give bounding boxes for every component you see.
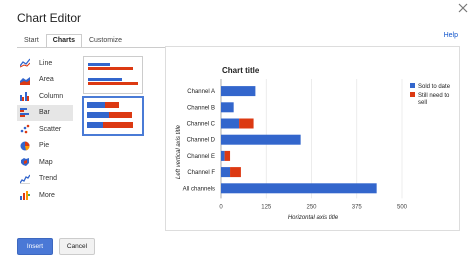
sidebar-item-pie[interactable]: Pie bbox=[17, 138, 73, 155]
sidebar-item-map[interactable]: Map bbox=[17, 154, 73, 171]
bar-segment bbox=[239, 118, 254, 129]
category-label: Channel F bbox=[187, 170, 215, 176]
tab-customize[interactable]: Customize bbox=[82, 34, 129, 48]
bar-segment bbox=[221, 167, 231, 178]
sidebar-item-label: Line bbox=[39, 59, 53, 67]
tab-start[interactable]: Start bbox=[17, 34, 46, 48]
bar-segment bbox=[230, 167, 241, 178]
chart-style-thumbnails bbox=[83, 56, 148, 138]
legend-unsold-label: Still need to sell bbox=[418, 93, 450, 106]
sidebar-item-trend[interactable]: Trend bbox=[17, 171, 73, 188]
legend-swatch-unsold bbox=[410, 92, 415, 97]
category-label: All channels bbox=[183, 186, 215, 192]
chart-x-axis-title: Horizontal axis title bbox=[288, 215, 339, 221]
x-tick-label: 250 bbox=[306, 204, 317, 210]
bar-chart-icon bbox=[20, 107, 29, 117]
sidebar-item-label: Map bbox=[39, 158, 53, 166]
legend-swatch-sold bbox=[410, 83, 415, 88]
sidebar-item-line[interactable]: Line bbox=[17, 55, 73, 72]
chart-type-sidebar: Line Area Column Bar Scatter Pie Map Tre… bbox=[17, 55, 73, 204]
editor-tabs: Start Charts Customize bbox=[17, 34, 129, 48]
tab-charts[interactable]: Charts bbox=[45, 34, 82, 48]
thumbnail-stacked-bar[interactable] bbox=[83, 97, 143, 135]
sidebar-item-column[interactable]: Column bbox=[17, 88, 73, 105]
category-label: Channel C bbox=[187, 122, 216, 128]
chart-legend: Sold to date Still need to sell bbox=[410, 83, 451, 106]
trend-chart-icon bbox=[20, 174, 30, 184]
legend-sold-label: Sold to date bbox=[418, 84, 451, 90]
insert-button[interactable]: Insert bbox=[17, 238, 53, 255]
chart-editor-dialog: Chart Editor Help Start Charts Customize… bbox=[0, 0, 474, 263]
sidebar-item-label: Trend bbox=[39, 175, 58, 183]
category-label: Channel A bbox=[187, 89, 215, 95]
chart-bars bbox=[221, 86, 377, 194]
chart-preview-panel: Chart title Channel A Channel B Channel CC… bbox=[165, 46, 460, 231]
sidebar-item-label: More bbox=[39, 191, 55, 199]
category-label: Channel B bbox=[187, 105, 215, 111]
x-tick-label: 125 bbox=[261, 204, 272, 210]
sidebar-item-bar[interactable]: Bar bbox=[17, 104, 73, 121]
chart-title: Chart title bbox=[222, 66, 260, 75]
line-chart-icon bbox=[20, 58, 30, 68]
area-chart-icon bbox=[20, 76, 30, 85]
column-chart-icon bbox=[20, 92, 29, 102]
bar-segment bbox=[224, 150, 231, 161]
category-label: Channel D bbox=[187, 138, 216, 144]
sidebar-item-label: Column bbox=[39, 92, 64, 100]
help-link[interactable]: Help bbox=[444, 32, 458, 39]
sidebar-item-label: Area bbox=[39, 76, 54, 84]
map-icon bbox=[21, 158, 29, 167]
close-icon[interactable] bbox=[458, 2, 468, 13]
scatter-chart-icon bbox=[20, 124, 30, 134]
bar-segment bbox=[221, 134, 301, 145]
chart-preview: Chart title Channel AChannel BChannel CC… bbox=[176, 66, 451, 221]
dialog-title: Chart Editor bbox=[17, 11, 82, 25]
bar-segment bbox=[221, 118, 240, 129]
sidebar-item-label: Pie bbox=[39, 142, 50, 150]
bar-segment bbox=[221, 150, 225, 161]
more-icon bbox=[20, 191, 30, 201]
pie-chart-icon bbox=[20, 141, 30, 151]
x-tick-label: 0 bbox=[219, 204, 223, 210]
thumbnail-grouped-bar[interactable] bbox=[83, 56, 143, 94]
sidebar-item-more[interactable]: More bbox=[17, 187, 73, 204]
sidebar-item-label: Scatter bbox=[39, 125, 62, 133]
bar-segment bbox=[221, 102, 234, 113]
cancel-button[interactable]: Cancel bbox=[59, 238, 95, 255]
x-tick-label: 500 bbox=[397, 204, 408, 210]
chart-x-ticks: 0 125 250 375 500 bbox=[219, 204, 407, 210]
x-tick-label: 375 bbox=[352, 204, 363, 210]
sidebar-item-scatter[interactable]: Scatter bbox=[17, 121, 73, 138]
sidebar-item-area[interactable]: Area bbox=[17, 72, 73, 89]
category-label: Channel E bbox=[187, 154, 215, 160]
bar-segment bbox=[221, 86, 256, 97]
bar-segment bbox=[221, 183, 377, 194]
chart-category-labels: Channel A Channel B Channel C Channel D Chan… bbox=[183, 89, 216, 192]
chart-y-axis-title: Left vertical axis title bbox=[176, 124, 182, 179]
sidebar-item-label: Bar bbox=[39, 109, 50, 117]
